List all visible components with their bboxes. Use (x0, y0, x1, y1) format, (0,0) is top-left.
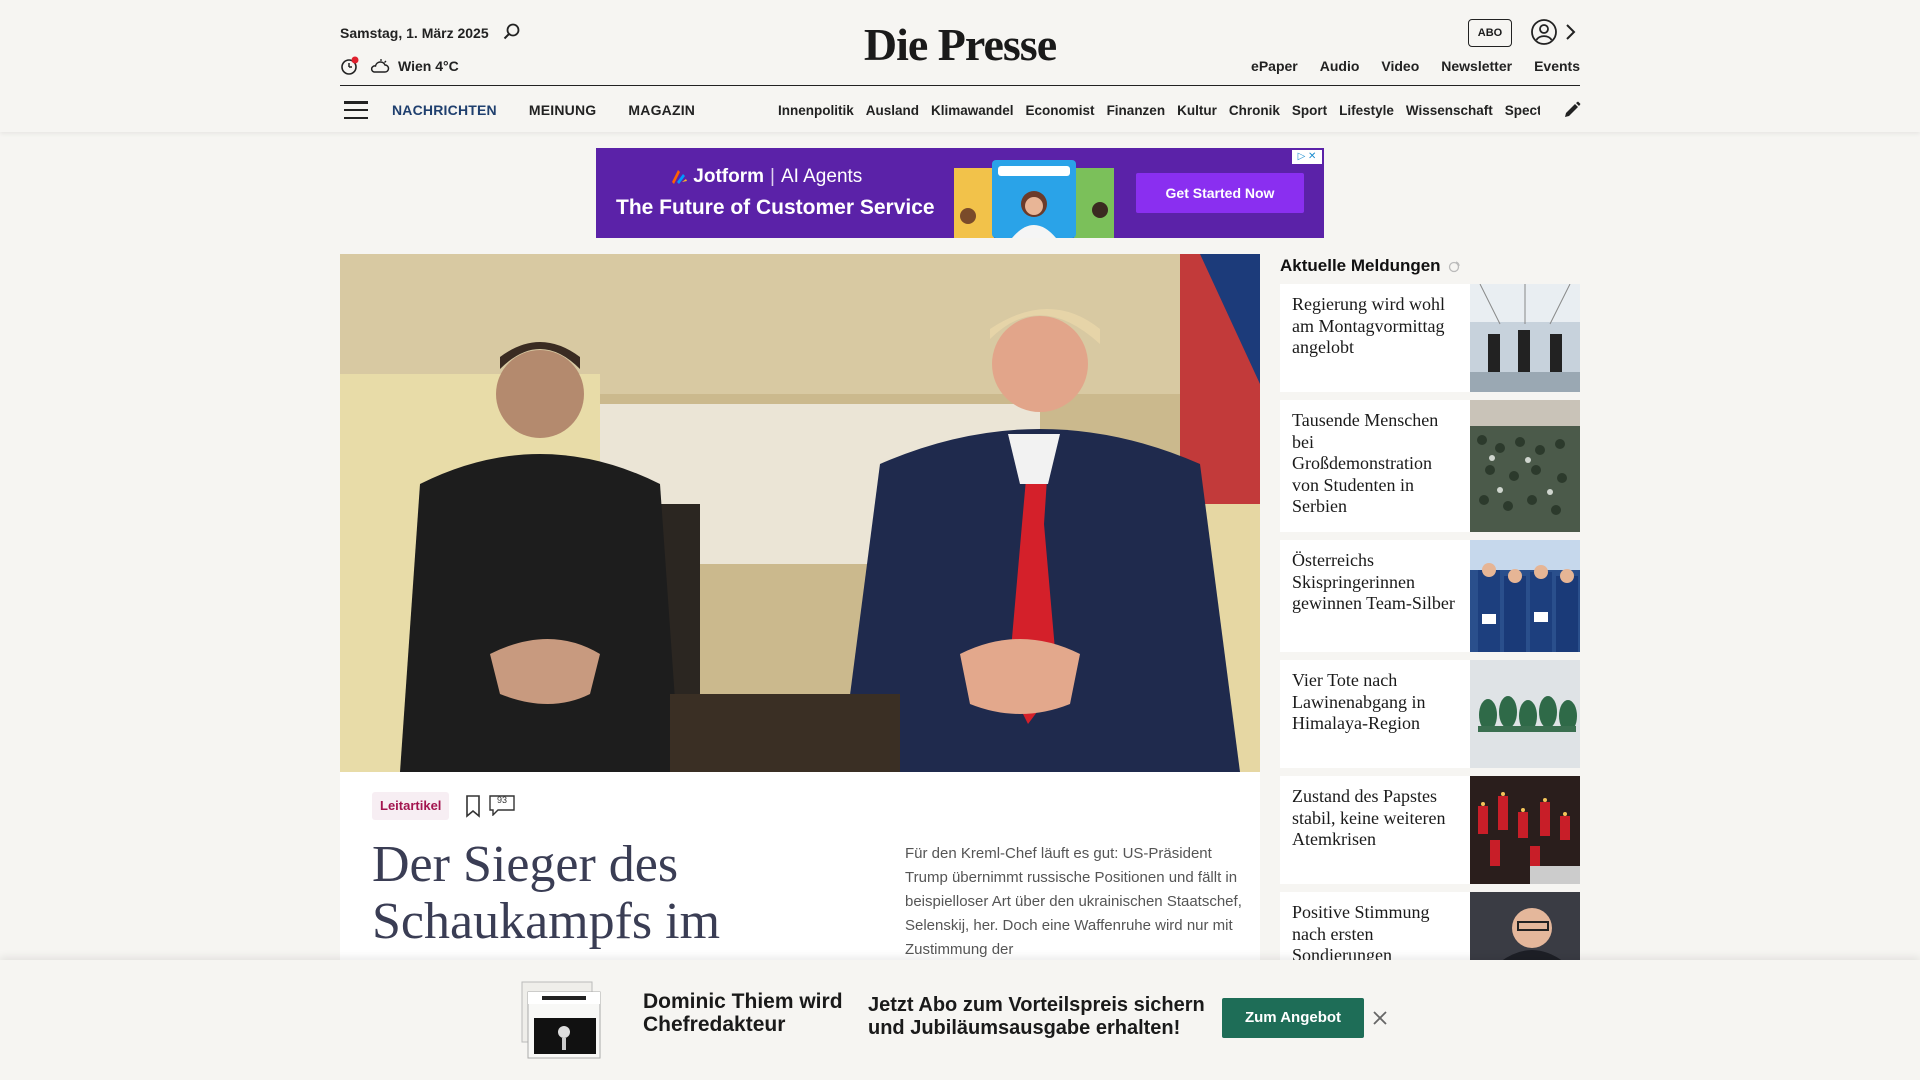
news-item-title: Österreichs Skispringerinnen gewinnen Te… (1292, 550, 1455, 613)
news-item-image (1470, 400, 1580, 532)
news-item[interactable]: Vier Tote nach Lawinenabgang in Himalaya… (1280, 660, 1580, 768)
news-item[interactable]: Zustand des Papstes stabil, keine weiter… (1280, 776, 1580, 884)
tool-epaper[interactable]: ePaper (1251, 58, 1298, 74)
offer-button[interactable]: Zum Angebot (1222, 998, 1364, 1038)
news-item-title: Positive Stimmung nach ersten Sondierung… (1292, 902, 1430, 962)
latest-news-heading: Aktuelle Meldungen (1280, 254, 1580, 278)
weather-widget[interactable]: Wien 4°C (340, 56, 459, 76)
lead-article[interactable]: Leitartikel 93 Der Sieger des Schaukampf… (340, 254, 1260, 960)
news-item[interactable]: Positive Stimmung nach ersten Sondierung… (1280, 892, 1580, 962)
subscription-banner: Dominic Thiem wird Chefredakteur Jetzt A… (0, 960, 1920, 1080)
ad-brand-line: Jotform | AI Agents (670, 166, 862, 188)
ad-product: AI Agents (780, 166, 863, 187)
ressort-klimawandel[interactable]: Klimawandel (931, 103, 1014, 118)
main-navigation: NACHRICHTEN MEINUNG MAGAZIN Innenpolitik… (340, 88, 1582, 132)
news-item-title: Vier Tote nach Lawinenabgang in Himalaya… (1292, 670, 1426, 733)
latest-news-title: Aktuelle Meldungen (1280, 256, 1441, 275)
ad-title: The Future of Customer Service (616, 196, 935, 219)
ressort-chronik[interactable]: Chronik (1229, 103, 1280, 118)
site-header: Samstag, 1. März 2025 Wien 4°C Die Press… (0, 0, 1920, 132)
news-item[interactable]: Österreichs Skispringerinnen gewinnen Te… (1280, 540, 1580, 652)
comment-count: 93 (496, 795, 507, 805)
bookmark-icon[interactable] (464, 794, 482, 818)
article-teaser: Für den Kreml-Chef läuft es gut: US-Präs… (905, 845, 1242, 958)
lead-article-image[interactable] (340, 254, 1260, 772)
ressort-kultur[interactable]: Kultur (1177, 103, 1217, 118)
nav-meinung[interactable]: MEINUNG (529, 102, 597, 118)
ad-cta-button[interactable]: Get Started Now (1136, 173, 1304, 213)
header-tools: ePaper Audio Video Newsletter Events (1251, 58, 1580, 74)
user-account-icon[interactable] (1530, 18, 1558, 46)
clock-icon (341, 56, 359, 75)
ressort-finanzen[interactable]: Finanzen (1107, 103, 1166, 118)
site-logo[interactable]: Die Presse (860, 18, 1060, 71)
latest-news-sidebar: Aktuelle Meldungen Regierung wird wohl a… (1280, 254, 1580, 970)
ressort-ausland[interactable]: Ausland (866, 103, 919, 118)
ressort-sport[interactable]: Sport (1292, 103, 1327, 118)
news-item-title: Zustand des Papstes stabil, keine weiter… (1292, 786, 1446, 849)
article-headline[interactable]: Der Sieger des Schaukampfs im (372, 836, 852, 950)
tool-video[interactable]: Video (1381, 58, 1419, 74)
newspaper-bundle-image (521, 981, 601, 1059)
jotform-logo-icon (672, 170, 687, 184)
ressort-navigation: Innenpolitik Ausland Klimawandel Economi… (778, 88, 1540, 132)
search-icon[interactable] (502, 22, 522, 42)
news-item-image (1470, 540, 1580, 652)
banner-title: Dominic Thiem wird Chefredakteur (643, 990, 843, 1036)
news-item[interactable]: Tausende Menschen bei Großdemonstration … (1280, 400, 1580, 532)
news-item[interactable]: Regierung wird wohl am Montagvormittag a… (1280, 284, 1580, 392)
nav-magazin[interactable]: MAGAZIN (628, 102, 695, 118)
tool-events[interactable]: Events (1534, 58, 1580, 74)
nav-nachrichten[interactable]: NACHRICHTEN (392, 102, 497, 118)
ressort-lifestyle[interactable]: Lifestyle (1339, 103, 1394, 118)
close-icon[interactable] (1372, 1010, 1388, 1026)
ad-choices-icon[interactable]: ▷ ✕ (1292, 150, 1322, 164)
ad-banner[interactable]: Jotform | AI Agents The Future of Customer… (596, 148, 1324, 238)
pencil-icon[interactable] (1562, 100, 1582, 120)
header-divider (340, 85, 1580, 86)
news-item-title: Tausende Menschen bei Großdemonstration … (1292, 410, 1439, 516)
abo-button[interactable]: ABO (1468, 19, 1512, 47)
tool-newsletter[interactable]: Newsletter (1441, 58, 1512, 74)
weather-cloud-icon (370, 59, 390, 73)
pulse-icon (1448, 261, 1460, 273)
weather-label: Wien 4°C (398, 58, 459, 74)
ressort-innenpolitik[interactable]: Innenpolitik (778, 103, 854, 118)
ad-brand: Jotform (693, 166, 765, 187)
ressort-wissenschaft[interactable]: Wissenschaft (1406, 103, 1493, 118)
menu-icon[interactable] (344, 101, 368, 119)
chevron-right-icon[interactable] (1564, 22, 1578, 42)
news-item-image (1470, 892, 1580, 962)
banner-text: Jetzt Abo zum Vorteilspreis sichern und … (868, 994, 1205, 1039)
article-category-tag[interactable]: Leitartikel (372, 792, 450, 820)
news-item-title: Regierung wird wohl am Montagvormittag a… (1292, 294, 1445, 357)
current-date: Samstag, 1. März 2025 (340, 25, 489, 41)
news-item-image (1470, 660, 1580, 768)
ressort-spectrum[interactable]: Spectrum (1505, 103, 1540, 118)
news-item-image (1470, 284, 1580, 392)
ressort-economist[interactable]: Economist (1026, 103, 1095, 118)
tool-audio[interactable]: Audio (1320, 58, 1360, 74)
ad-illustration (954, 160, 1114, 238)
news-item-image (1470, 776, 1580, 884)
